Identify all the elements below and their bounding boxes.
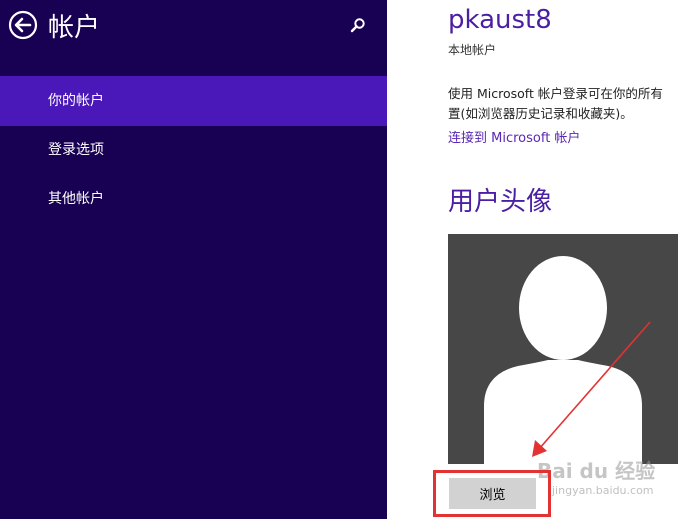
search-icon [350, 18, 365, 33]
browse-button[interactable]: 浏览 [449, 478, 536, 509]
page-title: 帐户 [48, 13, 101, 43]
watermark-logo: Bai du 经验 [537, 459, 656, 483]
back-button[interactable] [8, 10, 38, 40]
sidebar-item-your-account[interactable]: 你的帐户 [0, 76, 387, 126]
description-line-2: 置(如浏览器历史记录和收藏夹)。 [448, 106, 633, 121]
back-arrow-icon [8, 10, 38, 40]
main-content: pkaust8 本地帐户 使用 Microsoft 帐户登录可在你的所有 置(如… [387, 0, 700, 519]
avatar-section-title: 用户头像 [448, 187, 553, 217]
sidebar-item-sign-in-options[interactable]: 登录选项 [0, 125, 387, 175]
sidebar: 帐户 你的帐户 登录选项 其他帐户 [0, 0, 387, 519]
sidebar-item-other-accounts[interactable]: 其他帐户 [0, 174, 387, 224]
username: pkaust8 [448, 5, 552, 35]
connect-microsoft-account-link[interactable]: 连接到 Microsoft 帐户 [448, 127, 580, 146]
user-avatar [448, 234, 678, 464]
description-line-1: 使用 Microsoft 帐户登录可在你的所有 [448, 86, 663, 101]
user-silhouette-icon [484, 256, 642, 464]
account-type: 本地帐户 [448, 43, 497, 57]
search-button[interactable] [350, 17, 366, 33]
account-description: 使用 Microsoft 帐户登录可在你的所有 置(如浏览器历史记录和收藏夹)。 [448, 84, 700, 124]
watermark-url: jingyan.baidu.com [552, 484, 654, 497]
